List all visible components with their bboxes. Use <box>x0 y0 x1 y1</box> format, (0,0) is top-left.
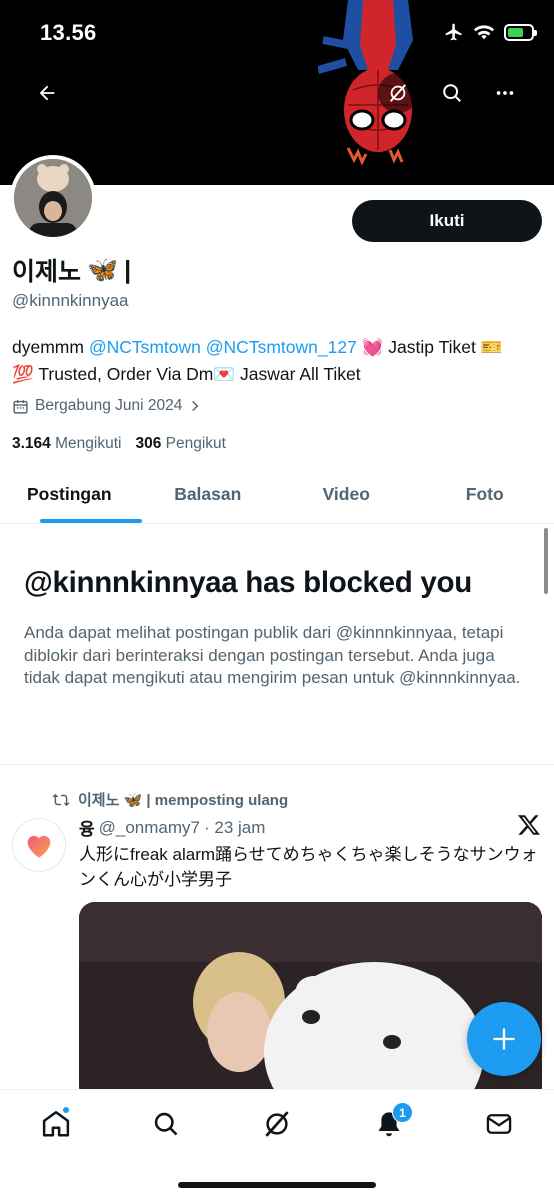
nav-home[interactable] <box>31 1104 81 1144</box>
tweet-author-handle[interactable]: @_onmamy7 <box>99 818 200 838</box>
blocked-title: @kinnnkinnyaa has blocked you <box>24 566 472 599</box>
calendar-icon <box>13 399 28 414</box>
search-button[interactable] <box>432 73 472 113</box>
profile-tabs: Postingan Balasan Video Foto <box>0 466 554 524</box>
nav-search[interactable] <box>141 1104 191 1144</box>
heart-avatar-icon <box>27 835 51 858</box>
notification-badge: 1 <box>392 1102 413 1123</box>
bottom-navigation: 1 <box>0 1089 554 1200</box>
more-button[interactable] <box>485 73 525 113</box>
profile-bio: dyemmm @NCTsmtown @NCTsmtown_127 💓 Jasti… <box>12 334 548 388</box>
compose-post-button[interactable] <box>467 1002 541 1076</box>
tweet-time[interactable]: · 23 jam <box>204 818 265 838</box>
tweet-media[interactable] <box>79 902 542 1102</box>
section-divider <box>0 764 554 765</box>
airplane-icon <box>445 23 462 41</box>
profile-avatar[interactable] <box>10 155 96 241</box>
tab-foto[interactable]: Foto <box>416 466 554 523</box>
battery-icon <box>504 23 537 41</box>
messages-icon <box>486 1114 512 1134</box>
name-suffix: | <box>124 255 132 284</box>
display-name-text: 이제노 <box>12 258 82 286</box>
following-count: 3.164 <box>12 435 51 452</box>
chevron-right-icon <box>192 400 199 412</box>
tweet-text: 人形にfreak alarm踊らせてめちゃくちゃ楽しそうなサンウォンくん心が小学… <box>79 845 538 889</box>
wifi-icon <box>473 25 495 40</box>
butterfly-emoji: 🦋 <box>87 255 119 284</box>
status-icons <box>444 22 537 42</box>
repost-text: 이제노 🦋 | memposting ulang <box>78 792 289 809</box>
tweet-author-name[interactable]: 융 <box>79 815 95 840</box>
display-name: 이제노 🦋 | <box>12 252 131 288</box>
following-stat[interactable]: 3.164 Mengikuti <box>12 435 121 453</box>
bio-text-2: 💓 Jastip Tiket 🎫 <box>356 337 503 357</box>
grok-icon <box>389 84 407 102</box>
profile-handle: @kinnnkinnyaa <box>12 291 129 310</box>
bio-text-1: dyemmm <box>12 337 89 357</box>
nav-notifications[interactable]: 1 <box>364 1102 414 1144</box>
x-logo-icon <box>518 815 540 835</box>
search-icon <box>154 1112 178 1136</box>
tab-video[interactable]: Video <box>277 466 416 523</box>
followers-stat[interactable]: 306 Pengikut <box>135 435 226 453</box>
tab-postingan[interactable]: Postingan <box>0 466 142 523</box>
bio-mention-nctsmtown127[interactable]: @NCTsmtown_127 <box>206 337 357 357</box>
blocked-description: Anda dapat melihat postingan publik dari… <box>24 623 521 687</box>
following-label: Mengikuti <box>55 435 122 452</box>
joined-date[interactable]: Bergabung Juni 2024 <box>12 397 202 415</box>
scrollbar[interactable] <box>544 528 548 594</box>
profile-stats: 3.164 Mengikuti 306 Pengikut <box>12 435 226 453</box>
back-arrow-icon <box>39 85 55 101</box>
repost-icon <box>52 793 70 806</box>
tweet-author-avatar[interactable] <box>12 818 66 872</box>
grok-button[interactable] <box>378 73 418 113</box>
search-icon <box>443 84 461 102</box>
status-bar: 13.56 <box>0 0 554 66</box>
grok-icon <box>265 1111 289 1137</box>
profile-banner[interactable]: 13.56 <box>0 0 554 185</box>
home-indicator[interactable] <box>178 1182 376 1188</box>
nav-messages[interactable] <box>474 1104 524 1144</box>
plus-icon <box>493 1028 515 1050</box>
tab-balasan[interactable]: Balasan <box>139 466 278 523</box>
tweet-media-image <box>79 902 542 1102</box>
more-icon <box>496 91 514 95</box>
tweet-header: 융 @_onmamy7 · 23 jam <box>79 815 265 840</box>
avatar-photo <box>14 159 92 237</box>
nav-grok[interactable] <box>252 1104 302 1144</box>
bio-text-3: 💯 Trusted, Order Via Dm💌 Jaswar All Tike… <box>12 364 361 384</box>
followers-label: Pengikut <box>165 435 226 452</box>
bio-mention-nctsmtown[interactable]: @NCTsmtown <box>89 337 201 357</box>
follow-button[interactable]: Ikuti <box>352 200 542 242</box>
repost-indicator[interactable]: 이제노 🦋 | memposting ulang <box>52 789 288 810</box>
home-unread-dot <box>62 1106 70 1114</box>
joined-text: Bergabung Juni 2024 <box>35 397 183 414</box>
back-button[interactable] <box>27 73 67 113</box>
status-time: 13.56 <box>40 20 97 45</box>
followers-count: 306 <box>135 435 162 452</box>
